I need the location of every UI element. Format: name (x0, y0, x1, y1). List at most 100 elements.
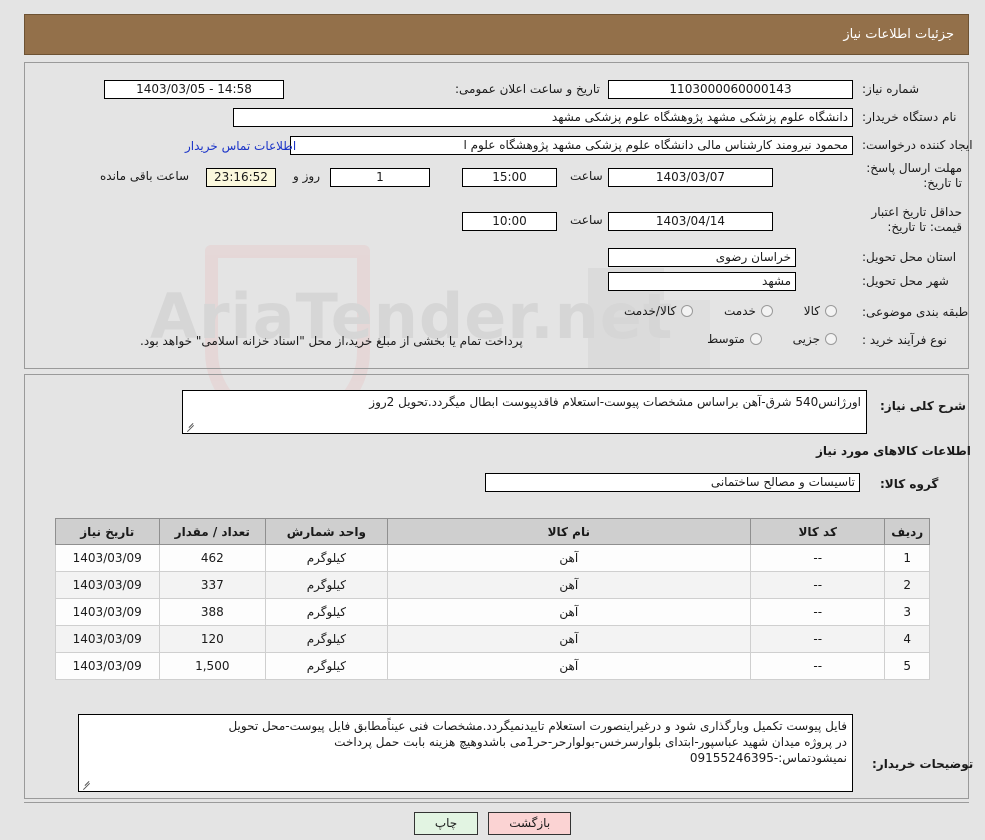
radio-option-kala-khedmat[interactable]: کالا/خدمت (622, 304, 696, 318)
delivery-city-label-wrap: شهر محل تحویل: (862, 274, 949, 288)
goods-group-value: تاسیسات و مصالح ساختمانی (485, 473, 860, 492)
cell-goods-unit: کیلوگرم (265, 571, 388, 599)
cell-row-index: 1 (884, 544, 930, 572)
radio-label: خدمت (724, 304, 756, 318)
cell-goods-code: -- (749, 625, 886, 653)
cell-goods-code: -- (749, 652, 886, 680)
response-deadline-label-wrap: مهلت ارسال پاسخ: تا تاریخ: (862, 161, 962, 191)
table-row: 4 -- آهن کیلوگرم 120 1403/03/09 (55, 625, 930, 653)
cell-goods-name: آهن (386, 571, 751, 599)
delivery-province-label: استان محل تحویل: (862, 250, 957, 264)
cell-goods-unit: کیلوگرم (265, 598, 388, 626)
table-row: 1 -- آهن کیلوگرم 462 1403/03/09 (55, 544, 930, 572)
cell-goods-date: 1403/03/09 (55, 544, 160, 572)
purchase-process-radio-group: جزیی متوسط (520, 332, 840, 348)
radio-label: جزیی (792, 332, 820, 346)
radio-icon[interactable] (825, 305, 837, 317)
buyer-notes-line: فایل پیوست تکمیل وبارگذاری شود و درغیرای… (228, 719, 847, 733)
need-description-value: اورژانس540 شرق-آهن براساس مشخصات پیوست-ا… (369, 395, 861, 409)
cell-goods-name: آهن (386, 652, 751, 680)
resize-grip-icon[interactable] (82, 779, 92, 791)
resize-grip-icon[interactable] (186, 421, 196, 433)
column-header-qty: تعداد / مقدار (158, 518, 267, 545)
price-validity-hour-label: ساعت (570, 213, 603, 227)
response-deadline-hour-label: ساعت (570, 169, 603, 183)
buyer-org-value: دانشگاه علوم پزشکی مشهد پژوهشگاه علوم پز… (233, 108, 853, 127)
requester-value: محمود نیرومند کارشناس مالی دانشگاه علوم … (290, 136, 853, 155)
cell-goods-unit: کیلوگرم (265, 625, 388, 653)
price-validity-date: 1403/04/14 (608, 212, 773, 231)
response-deadline-countdown: 23:16:52 (206, 168, 276, 187)
response-deadline-date: 1403/03/07 (608, 168, 773, 187)
delivery-city-value: مشهد (608, 272, 796, 291)
buyer-notes-textarea[interactable]: فایل پیوست تکمیل وبارگذاری شود و درغیرای… (78, 714, 853, 792)
response-deadline-label: مهلت ارسال پاسخ: تا تاریخ: (866, 161, 962, 190)
cell-goods-qty: 388 (158, 598, 267, 626)
response-deadline-time: 15:00 (462, 168, 557, 187)
need-description-textarea[interactable]: اورژانس540 شرق-آهن براساس مشخصات پیوست-ا… (182, 390, 867, 434)
column-header-name: نام کالا (386, 518, 751, 545)
radio-option-jozei[interactable]: جزیی (791, 332, 840, 346)
cell-goods-date: 1403/03/09 (55, 598, 160, 626)
radio-option-khedmat[interactable]: خدمت (722, 304, 776, 318)
column-header-code: کد کالا (749, 518, 886, 545)
announce-datetime-label-wrap: تاریخ و ساعت اعلان عمومی: (455, 82, 600, 96)
requester-label-wrap: ایجاد کننده درخواست: (862, 138, 973, 152)
footer-divider (24, 802, 969, 803)
cell-goods-date: 1403/03/09 (55, 625, 160, 653)
cell-row-index: 4 (884, 625, 930, 653)
cell-goods-code: -- (749, 598, 886, 626)
cell-goods-name: آهن (386, 544, 751, 572)
cell-goods-qty: 462 (158, 544, 267, 572)
radio-option-kala[interactable]: کالا (802, 304, 840, 318)
buyer-notes-label: توضیحات خریدار: (872, 757, 974, 771)
radio-icon[interactable] (760, 305, 773, 317)
cell-row-index: 5 (884, 652, 930, 680)
column-header-unit: واحد شمارش (265, 518, 388, 545)
radio-option-motavaset[interactable]: متوسط (705, 332, 765, 346)
cell-goods-name: آهن (386, 625, 751, 653)
requester-label: ایجاد کننده درخواست: (862, 138, 973, 152)
table-header-row: ردیف کد کالا نام کالا واحد شمارش تعداد /… (55, 518, 930, 545)
announce-datetime-label: تاریخ و ساعت اعلان عمومی: (455, 82, 600, 96)
subject-classification-label: طبقه بندی موضوعی: (862, 305, 969, 319)
need-number-value: 1103000060000143 (608, 80, 853, 99)
announce-datetime-value: 1403/03/05 - 14:58 (104, 80, 284, 99)
radio-label: متوسط (707, 332, 745, 346)
delivery-province-label-wrap: استان محل تحویل: (862, 250, 956, 264)
need-description-label: شرح کلی نیاز: (880, 399, 966, 413)
radio-icon[interactable] (681, 305, 694, 317)
response-deadline-countdown-label: ساعت باقی مانده (100, 169, 190, 183)
back-button[interactable]: بازگشت (488, 812, 572, 835)
cell-goods-qty: 337 (158, 571, 267, 599)
radio-icon[interactable] (825, 333, 837, 345)
buyer-contact-link[interactable]: اطلاعات تماس خریدار (185, 139, 296, 153)
cell-row-index: 2 (884, 571, 930, 599)
column-header-row: ردیف (884, 518, 930, 545)
column-header-date: تاریخ نیاز (55, 518, 160, 545)
print-button[interactable]: چاپ (413, 812, 479, 835)
need-number-label: شماره نیاز: (862, 82, 919, 96)
radio-label: کالا (803, 304, 820, 318)
purchase-process-note: پرداخت تمام یا بخشی از مبلغ خرید،از محل … (140, 334, 523, 348)
response-deadline-days: 1 (330, 168, 430, 187)
table-row: 5 -- آهن کیلوگرم 1,500 1403/03/09 (55, 652, 930, 680)
cell-goods-code: -- (749, 571, 886, 599)
page-title-bar: جزئیات اطلاعات نیاز (24, 14, 969, 55)
purchase-process-label-wrap: نوع فرآیند خرید : (862, 333, 947, 347)
price-validity-time: 10:00 (462, 212, 557, 231)
cell-goods-qty: 1,500 (158, 652, 267, 680)
field-need-number-label-wrap: شماره نیاز: (862, 82, 919, 96)
cell-goods-date: 1403/03/09 (55, 571, 160, 599)
table-row: 3 -- آهن کیلوگرم 388 1403/03/09 (55, 598, 930, 626)
goods-table: ردیف کد کالا نام کالا واحد شمارش تعداد /… (55, 518, 930, 680)
cell-goods-unit: کیلوگرم (265, 652, 388, 680)
purchase-process-label: نوع فرآیند خرید : (862, 333, 947, 347)
buyer-notes-line: نمیشودتماس:-09155246395 (689, 751, 847, 765)
footer-button-bar: بازگشت چاپ (0, 812, 985, 835)
subject-classification-label-wrap: طبقه بندی موضوعی: (862, 305, 968, 319)
price-validity-label-wrap: حداقل تاریخ اعتبار قیمت: تا تاریخ: (862, 205, 962, 235)
radio-icon[interactable] (749, 333, 762, 345)
delivery-province-value: خراسان رضوی (608, 248, 796, 267)
price-validity-label: حداقل تاریخ اعتبار قیمت: تا تاریخ: (871, 205, 962, 234)
